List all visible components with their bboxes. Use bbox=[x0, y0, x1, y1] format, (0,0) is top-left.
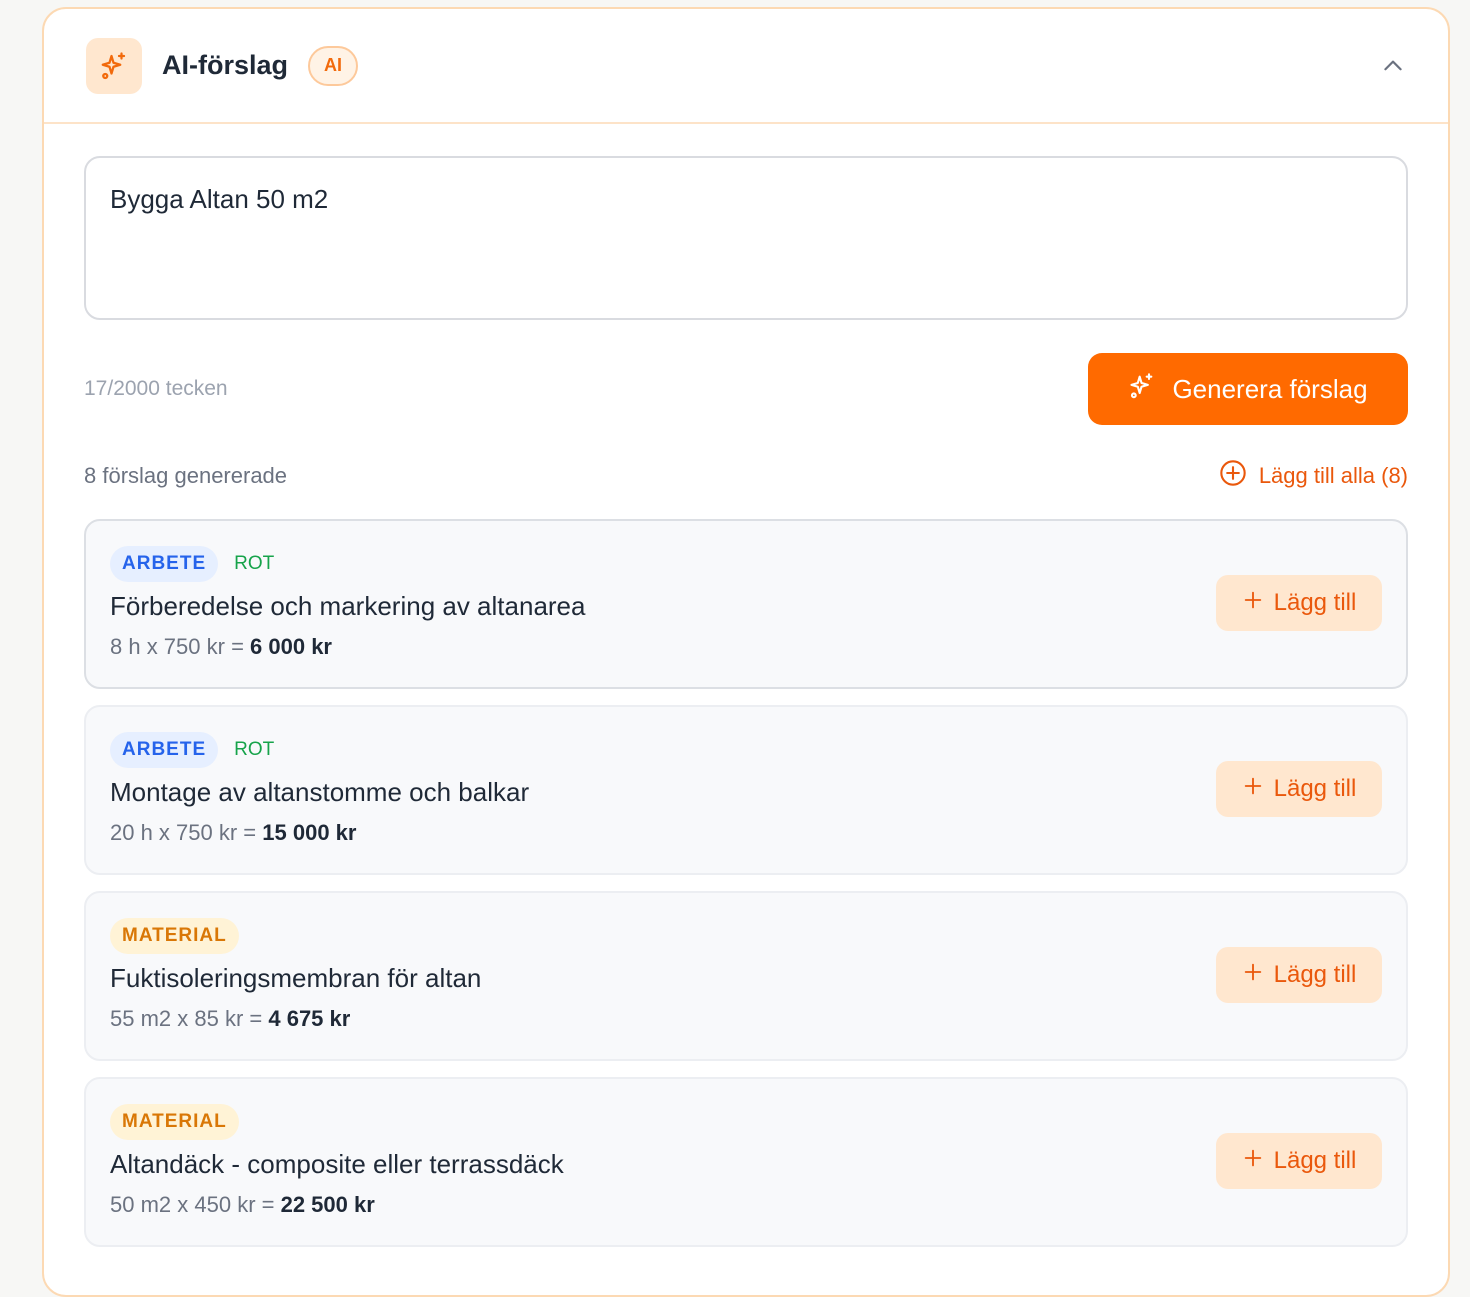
add-button-label: Lägg till bbox=[1273, 1147, 1357, 1174]
plus-icon bbox=[1242, 1147, 1264, 1176]
suggestion-title: Fuktisoleringsmembran för altan bbox=[110, 963, 482, 993]
calc-formula: 8 h x 750 kr = bbox=[110, 634, 251, 659]
plus-circle-icon bbox=[1219, 459, 1247, 493]
suggestion-card: MATERIAL Fuktisoleringsmembran för altan… bbox=[84, 891, 1408, 1061]
add-suggestion-button[interactable]: Lägg till bbox=[1216, 575, 1382, 631]
calc-total: 4 675 kr bbox=[268, 1006, 351, 1031]
calc-formula: 55 m2 x 85 kr = bbox=[110, 1006, 269, 1031]
type-tag: MATERIAL bbox=[110, 1104, 239, 1140]
prompt-input[interactable]: Bygga Altan 50 m2 bbox=[84, 156, 1408, 320]
suggestion-card: ARBETE ROT Montage av altanstomme och ba… bbox=[84, 705, 1408, 875]
sparkles-icon bbox=[86, 37, 142, 94]
suggestion-title: Förberedelse och markering av altanarea bbox=[110, 591, 586, 621]
generate-suggestions-button[interactable]: Generera förslag bbox=[1088, 353, 1408, 425]
plus-icon bbox=[1242, 961, 1264, 990]
sparkles-icon bbox=[1128, 372, 1156, 407]
suggestion-count: 8 förslag genererade bbox=[84, 463, 288, 488]
suggestion-title: Montage av altanstomme och balkar bbox=[110, 777, 530, 807]
rot-tag: ROT bbox=[234, 553, 275, 574]
add-suggestion-button[interactable]: Lägg till bbox=[1216, 1133, 1382, 1189]
calc-formula: 50 m2 x 450 kr = bbox=[110, 1192, 281, 1217]
type-tag: ARBETE bbox=[110, 546, 219, 582]
add-button-label: Lägg till bbox=[1273, 589, 1357, 616]
add-all-button[interactable]: Lägg till alla (8) bbox=[1219, 459, 1408, 493]
calc-total: 22 500 kr bbox=[280, 1192, 375, 1217]
calc-total: 6 000 kr bbox=[250, 634, 332, 659]
ai-suggestions-panel: AI-förslag AI Bygga Altan 50 m2 17/2000 … bbox=[42, 7, 1450, 1297]
add-button-label: Lägg till bbox=[1273, 775, 1357, 802]
panel-title: AI-förslag bbox=[162, 50, 289, 80]
suggestion-calc: 8 h x 750 kr = 6 000 kr bbox=[110, 634, 1382, 660]
plus-icon bbox=[1242, 775, 1264, 804]
suggestion-calc: 55 m2 x 85 kr = 4 675 kr bbox=[110, 1006, 1382, 1032]
chevron-up-icon[interactable] bbox=[1378, 51, 1408, 81]
type-tag: ARBETE bbox=[110, 732, 219, 768]
ai-badge: AI bbox=[308, 45, 359, 86]
calc-formula: 20 h x 750 kr = bbox=[110, 820, 263, 845]
suggestion-calc: 50 m2 x 450 kr = 22 500 kr bbox=[110, 1192, 1382, 1218]
calc-total: 15 000 kr bbox=[262, 820, 357, 845]
suggestion-title: Altandäck - composite eller terrassdäck bbox=[110, 1149, 564, 1179]
add-all-label: Lägg till alla (8) bbox=[1258, 463, 1408, 488]
suggestion-list: ARBETE ROT Förberedelse och markering av… bbox=[84, 519, 1408, 1247]
generate-button-label: Generera förslag bbox=[1172, 373, 1368, 404]
plus-icon bbox=[1242, 589, 1264, 618]
type-tag: MATERIAL bbox=[110, 918, 239, 954]
suggestion-card: MATERIAL Altandäck - composite eller ter… bbox=[84, 1077, 1408, 1247]
suggestion-card: ARBETE ROT Förberedelse och markering av… bbox=[84, 519, 1408, 689]
add-suggestion-button[interactable]: Lägg till bbox=[1216, 947, 1382, 1003]
add-button-label: Lägg till bbox=[1273, 961, 1357, 988]
panel-header[interactable]: AI-förslag AI bbox=[44, 9, 1448, 124]
rot-tag: ROT bbox=[234, 739, 275, 760]
char-counter: 17/2000 tecken bbox=[84, 377, 228, 400]
add-suggestion-button[interactable]: Lägg till bbox=[1216, 761, 1382, 817]
suggestion-calc: 20 h x 750 kr = 15 000 kr bbox=[110, 820, 1382, 846]
